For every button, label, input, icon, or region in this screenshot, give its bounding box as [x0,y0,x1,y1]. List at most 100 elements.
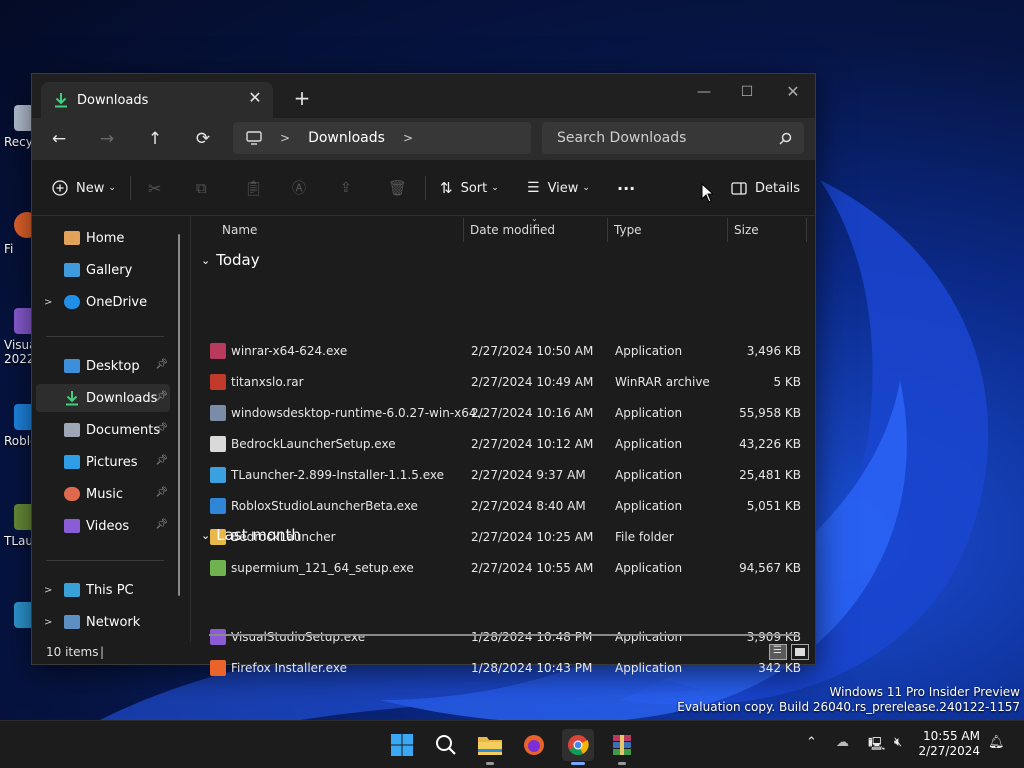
share-button[interactable]: ⇪ [340,174,352,202]
pin-icon: 📌︎ [155,391,168,402]
sort-button[interactable]: ⇅ Sort ⌄ [440,174,499,202]
sidebar-item-videos[interactable]: Videos 📌︎ [36,512,170,540]
file-row[interactable]: TLauncher-2.899-Installer-1.1.5.exe 2/27/… [201,460,803,490]
new-tab-button[interactable]: + [290,86,314,110]
paste-button[interactable]: 📋︎ [244,174,263,202]
back-button[interactable]: ← [47,127,71,151]
group-header-last-month[interactable]: ⌄ Last month [201,526,301,544]
file-icon [210,374,226,390]
address-bar[interactable]: > Downloads > [233,122,531,154]
sidebar-item-pictures[interactable]: Pictures 📌︎ [36,448,170,476]
column-divider[interactable] [607,218,608,242]
sort-icon: ⇅ [440,179,453,197]
chevron-right-icon[interactable]: > [44,297,52,308]
sidebar-item-network[interactable]: > Network [36,608,170,636]
file-row[interactable]: windowsdesktop-runtime-6.0.27-win-x64...… [201,398,803,428]
sidebar-item-label: Gallery [86,262,133,278]
sidebar-item-documents[interactable]: Documents 📌︎ [36,416,170,444]
toolbar-divider [130,176,131,200]
sidebar-scrollbar[interactable] [178,234,180,596]
volume-muted-icon[interactable]: 🔇︎ [894,735,902,750]
column-header-date[interactable]: Date modified [470,216,555,244]
search-button[interactable] [430,729,462,761]
file-row[interactable]: BedrockLauncherSetup.exe 2/27/2024 10:12 … [201,429,803,459]
sidebar-item-home[interactable]: Home [36,224,170,252]
onedrive-tray-icon[interactable]: ☁ [836,735,849,750]
file-name: RobloxStudioLauncherBeta.exe [231,499,418,513]
sidebar-item-desktop[interactable]: Desktop 📌︎ [36,352,170,380]
chevron-right-icon[interactable]: > [44,585,52,596]
breadcrumb-downloads[interactable]: Downloads [308,130,385,146]
sort-label: Sort [460,180,488,196]
refresh-button[interactable]: ⟳ [191,127,215,151]
new-button[interactable]: New ⌄ [52,174,116,202]
taskbar-file-explorer[interactable] [474,729,506,765]
delete-button[interactable]: 🗑︎ [388,174,407,202]
maximize-button[interactable]: ☐ [732,82,762,106]
cloud-icon [64,295,80,309]
close-window-button[interactable]: ✕ [778,82,808,106]
chevron-right-icon[interactable]: > [44,617,52,628]
cut-button[interactable]: ✂ [148,174,161,202]
chevron-right-icon[interactable]: > [403,131,413,145]
active-indicator [571,762,585,765]
close-tab-icon[interactable]: ✕ [245,88,265,108]
pin-icon: 📌︎ [155,487,168,498]
details-view-toggle[interactable]: ☰ [769,644,787,660]
column-divider[interactable] [727,218,728,242]
file-row[interactable]: titanxslo.rar 2/27/2024 10:49 AM WinRAR ar… [201,367,803,397]
file-date: 2/27/2024 10:50 AM [471,344,594,358]
column-header-type[interactable]: Type [614,216,642,244]
notification-bell-icon[interactable]: 🔔︎ [988,735,1005,750]
details-pane-button[interactable]: Details [731,174,800,202]
pin-icon: 📌︎ [155,455,168,466]
minimize-button[interactable]: — [689,82,719,106]
group-header-today[interactable]: ⌄ Today [201,251,260,269]
column-header-name[interactable]: Name [222,216,257,244]
forward-button[interactable]: → [95,127,119,151]
sidebar-item-music[interactable]: Music 📌︎ [36,480,170,508]
more-options-button[interactable]: ··· [617,174,635,202]
evaluation-watermark: Windows 11 Pro Insider Preview Evaluatio… [677,685,1020,715]
file-size: 94,567 KB [739,561,801,575]
file-date: 2/27/2024 9:37 AM [471,468,586,482]
file-icon [210,498,226,514]
search-box[interactable] [542,122,804,154]
file-size: 5,051 KB [746,499,801,513]
search-input[interactable] [555,129,769,147]
tiles-view-toggle[interactable] [791,644,809,660]
column-header-size[interactable]: Size [734,216,759,244]
file-row[interactable]: supermium_121_64_setup.exe 2/27/2024 10:5… [201,553,803,583]
download-arrow-icon [55,93,67,108]
chevron-down-icon: ⌄ [491,183,499,193]
sidebar-item-this-pc[interactable]: > This PC [36,576,170,604]
file-icon [210,343,226,359]
sidebar-item-gallery[interactable]: Gallery [36,256,170,284]
column-divider[interactable] [463,218,464,242]
file-row[interactable]: RobloxStudioLauncherBeta.exe 2/27/2024 8:… [201,491,803,521]
horizontal-scrollbar[interactable] [209,634,797,636]
taskbar: ⌃ ☁ 🖳︎ 🔇︎ 10:55 AM 2/27/2024 🔔︎ [0,720,1024,768]
file-explorer-window: Downloads ✕ + — ☐ ✕ ← → ↑ ⟳ > Downloads … [31,73,816,676]
search-icon[interactable] [779,132,792,145]
file-row[interactable]: winrar-x64-624.exe 2/27/2024 10:50 AM Appl… [201,336,803,366]
network-tray-icon[interactable]: 🖳︎ [868,735,885,757]
copy-button[interactable]: ⧉ [196,174,207,202]
taskbar-chrome[interactable] [562,729,594,765]
taskbar-winrar[interactable] [606,729,638,765]
sidebar-item-onedrive[interactable]: > OneDrive [36,288,170,316]
show-hidden-icons-button[interactable]: ⌃ [806,735,817,750]
rename-button[interactable]: Ⓐ [292,174,306,202]
taskbar-firefox[interactable] [518,729,550,761]
trash-icon: 🗑︎ [388,179,408,197]
column-divider[interactable] [806,218,807,242]
start-button[interactable] [386,729,418,761]
clock[interactable]: 10:55 AM 2/27/2024 [918,729,980,759]
sidebar-item-downloads[interactable]: Downloads 📌︎ [36,384,170,412]
tab-downloads[interactable]: Downloads ✕ [41,82,273,118]
view-button[interactable]: ☰ View ⌄ [527,174,590,202]
up-button[interactable]: ↑ [143,127,167,151]
sidebar-item-label: Downloads [86,390,158,406]
winrar-icon [613,735,631,755]
toolbar-divider [425,176,426,200]
